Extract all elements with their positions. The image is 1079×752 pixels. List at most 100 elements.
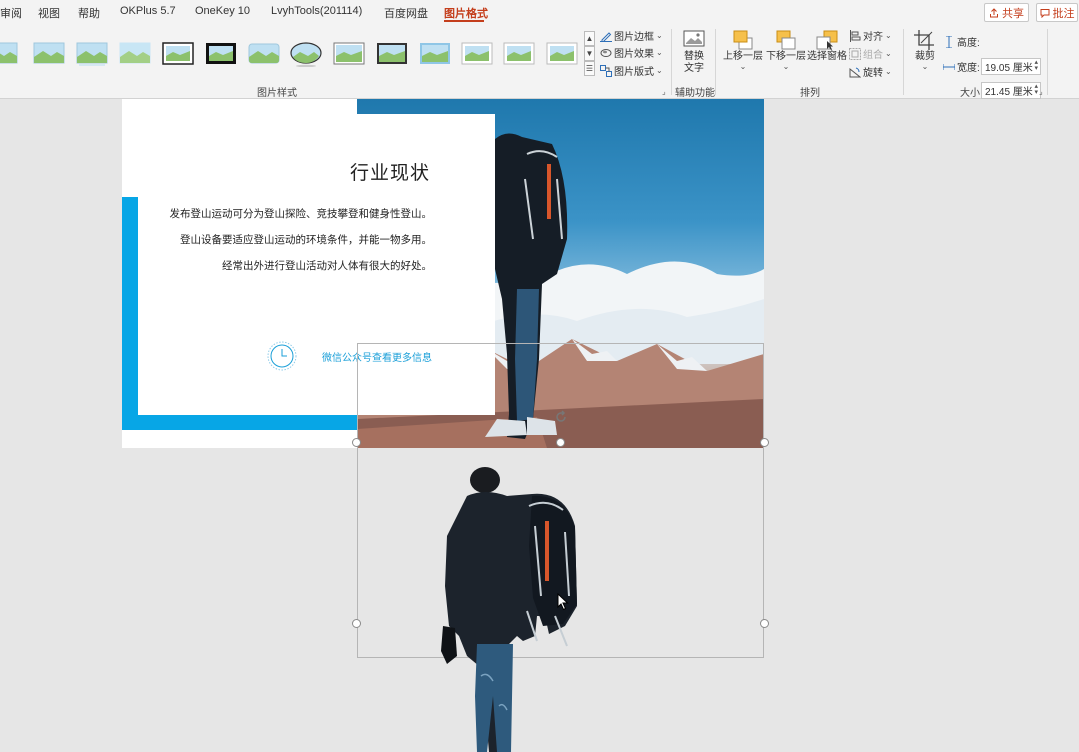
comment-button[interactable]: 批注 — [1036, 3, 1078, 22]
width-value: 21.45 厘米 — [985, 87, 1033, 98]
crop-icon — [914, 30, 934, 50]
tab-help[interactable]: 帮助 — [78, 5, 100, 21]
chevron-down-icon: ⌄ — [656, 65, 663, 75]
tab-baidu-netdisk[interactable]: 百度网盘 — [384, 5, 428, 21]
tab-picture-format[interactable]: 图片格式 — [444, 5, 488, 21]
resize-handle[interactable] — [352, 619, 361, 628]
share-button[interactable]: 共享 — [984, 3, 1029, 22]
picture-style-thumb-icon[interactable] — [33, 41, 65, 67]
tab-lvyhtools[interactable]: LvyhTools(201114) — [271, 5, 362, 17]
alt-text-button[interactable]: 替换 文字 — [680, 29, 708, 75]
resize-handle[interactable] — [760, 438, 769, 447]
picture-effects-button[interactable]: 图片效果 ⌄ — [600, 45, 663, 60]
height-input[interactable]: 19.05 厘米 ▴ ▾ — [981, 58, 1041, 75]
picture-style-gallery: ▲ ▼ ☰ — [0, 29, 597, 81]
picture-effects-icon — [600, 48, 612, 57]
picture-style-thumb-icon[interactable] — [205, 41, 237, 67]
dialog-launcher-icon[interactable]: ⌟ — [1039, 88, 1047, 96]
rotate-icon — [849, 67, 861, 77]
picture-border-icon — [600, 31, 612, 42]
tab-view[interactable]: 视图 — [38, 5, 60, 21]
slide-text-line-3: 经常出外进行登山活动对人体有很大的好处。 — [222, 260, 432, 272]
picture-layout-icon — [600, 64, 612, 77]
picture-style-thumb-icon[interactable] — [162, 41, 194, 67]
group-divider — [903, 29, 904, 95]
picture-style-thumb-icon[interactable] — [290, 41, 322, 67]
align-button[interactable]: 对齐 ⌄ — [849, 28, 892, 43]
align-icon — [850, 29, 861, 42]
chevron-down-icon: ⌄ — [782, 62, 790, 71]
picture-style-thumb-icon[interactable] — [461, 41, 493, 67]
chevron-down-icon: ⌄ — [656, 30, 663, 40]
mouse-cursor-icon — [557, 593, 569, 611]
alt-text-icon — [683, 30, 705, 47]
alt-text-label-line2: 文字 — [684, 63, 704, 74]
height-value: 19.05 厘米 — [985, 63, 1033, 74]
chevron-down-icon: ⌄ — [885, 48, 892, 58]
crop-button[interactable]: 裁剪 ⌄ — [911, 29, 939, 71]
group-icon — [849, 47, 861, 60]
picture-style-thumb-icon[interactable] — [376, 41, 408, 67]
picture-styles-group-label: 图片样式 — [257, 88, 297, 99]
picture-border-label: 图片边框 — [614, 32, 654, 43]
selection-pane-icon — [816, 30, 838, 50]
resize-handle[interactable] — [760, 619, 769, 628]
slide-text-line-2: 登山设备要适应登山运动的环境条件，并能一物多用。 — [180, 234, 432, 246]
dialog-launcher-icon[interactable]: ⌟ — [662, 88, 670, 96]
picture-style-thumb-icon[interactable] — [546, 41, 578, 67]
gallery-scroll-up-button[interactable]: ▲ — [584, 31, 595, 46]
powerpoint-window: 审阅 视图 帮助 OKPlus 5.7 OneKey 10 LvyhTools(… — [0, 0, 1079, 752]
rotate-label: 旋转 — [863, 68, 883, 79]
resize-handle[interactable] — [352, 438, 361, 447]
share-icon — [990, 7, 998, 17]
rotate-handle-icon[interactable] — [554, 410, 568, 424]
picture-style-thumb-icon[interactable] — [119, 41, 151, 67]
share-label: 共享 — [1002, 7, 1024, 20]
width-input[interactable]: 21.45 厘米 ▴ ▾ — [981, 82, 1041, 99]
group-label: 组合 — [863, 50, 883, 61]
chevron-down-icon: ⌄ — [885, 30, 892, 40]
width-label-group: 宽度: — [943, 59, 980, 74]
tab-onekey[interactable]: OneKey 10 — [195, 5, 250, 17]
alt-text-label-line1: 替换 — [684, 51, 704, 62]
chevron-down-icon: ⌄ — [885, 66, 892, 76]
arrange-group-label: 排列 — [800, 88, 820, 99]
height-label: 高度: — [957, 38, 980, 49]
picture-style-thumb-icon[interactable] — [248, 41, 280, 67]
tab-okplus[interactable]: OKPlus 5.7 — [120, 5, 176, 17]
bring-forward-icon — [733, 30, 753, 50]
send-backward-button[interactable]: 下移一层 ⌄ — [766, 29, 806, 71]
resize-handle[interactable] — [556, 438, 565, 447]
selection-pane-button[interactable]: 选择窗格 — [807, 29, 847, 63]
picture-effects-label: 图片效果 — [614, 49, 654, 60]
active-tab-indicator — [444, 20, 484, 22]
picture-layout-button[interactable]: 图片版式 ⌄ — [600, 63, 663, 78]
width-icon — [943, 63, 955, 70]
gallery-more-button[interactable]: ☰ — [584, 61, 595, 76]
slide-text-line-1: 发布登山运动可分为登山探险、竞技攀登和健身性登山。 — [169, 208, 433, 220]
spinner-icon[interactable]: ▴ ▾ — [1034, 83, 1038, 96]
gallery-scroll-down-button[interactable]: ▼ — [584, 46, 595, 61]
picture-border-button[interactable]: 图片边框 ⌄ — [600, 28, 663, 43]
group-divider — [715, 29, 716, 95]
picture-style-thumb-icon[interactable] — [333, 41, 365, 67]
group-button[interactable]: 组合 ⌄ — [849, 46, 892, 61]
send-backward-icon — [776, 30, 796, 50]
selection-pane-label: 选择窗格 — [807, 51, 847, 62]
rotate-button[interactable]: 旋转 ⌄ — [849, 64, 892, 79]
ribbon: ▲ ▼ ☰ 图片边框⌄ 图片效果⌄ 图片版式⌄ 图片样式 ⌟ 替换 文字 — [0, 25, 1079, 99]
chevron-down-icon: ⌄ — [921, 62, 929, 71]
clock-icon — [267, 341, 297, 371]
picture-style-thumb-icon[interactable] — [503, 41, 535, 67]
picture-style-thumb-icon[interactable] — [76, 41, 108, 67]
picture-style-thumb-icon[interactable] — [0, 41, 18, 67]
group-divider — [671, 29, 672, 95]
picture-layout-label: 图片版式 — [614, 67, 654, 78]
chevron-down-icon: ⌄ — [656, 47, 663, 57]
spinner-icon[interactable]: ▴ ▾ — [1034, 59, 1038, 72]
bring-forward-button[interactable]: 上移一层 ⌄ — [723, 29, 763, 71]
tab-review[interactable]: 审阅 — [0, 5, 22, 21]
picture-style-thumb-icon[interactable] — [419, 41, 451, 67]
height-label-group: 高度: — [943, 34, 980, 49]
align-label: 对齐 — [863, 32, 883, 43]
